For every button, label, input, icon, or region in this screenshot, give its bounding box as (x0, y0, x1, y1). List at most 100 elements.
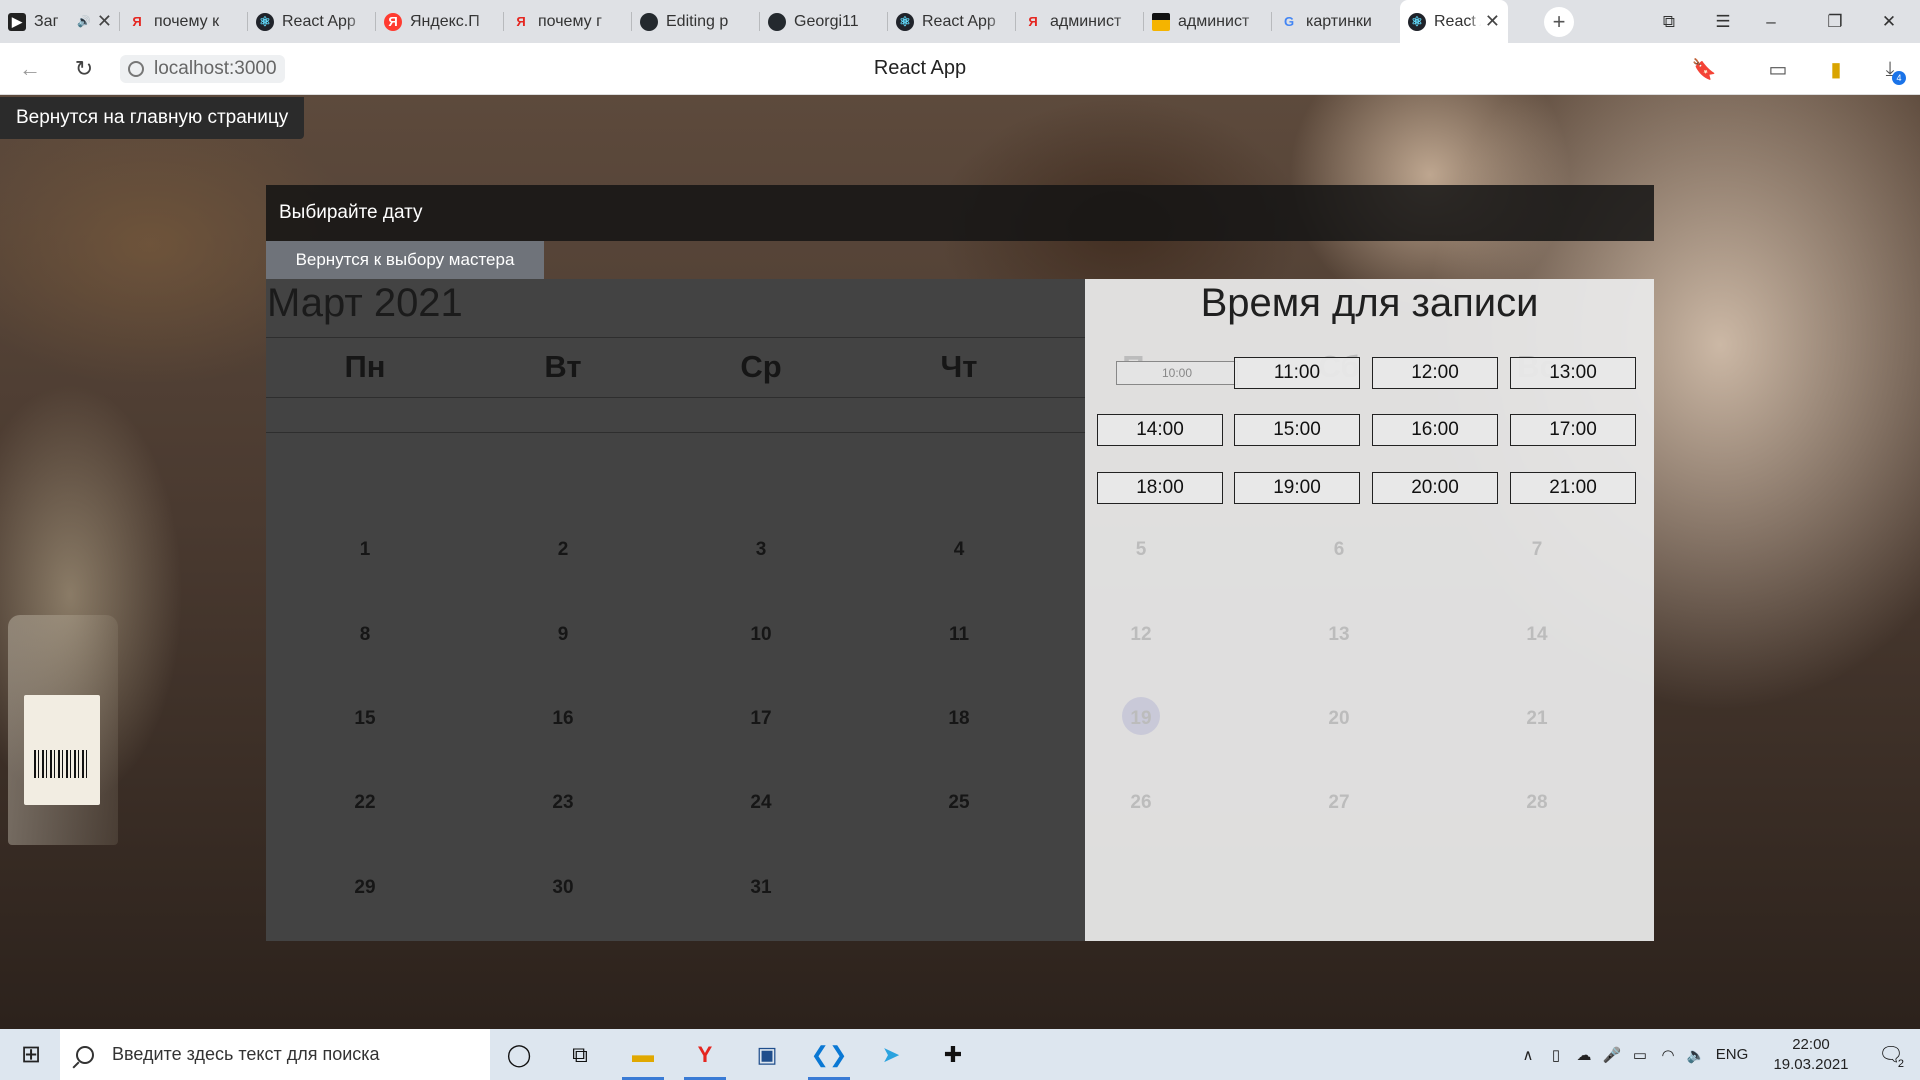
minimize-icon[interactable]: – (1748, 0, 1794, 43)
divider (266, 337, 1086, 338)
bookmark-icon[interactable]: 🔖 (1690, 55, 1718, 83)
calendar-day[interactable]: 17 (662, 708, 860, 730)
calendar-day[interactable]: 25 (860, 792, 1058, 814)
device-icon[interactable]: ▯ (1542, 1046, 1570, 1064)
time-slot-button[interactable]: 17:00 (1510, 414, 1636, 446)
cortana-icon[interactable]: ◯ (494, 1029, 544, 1080)
restore-icon[interactable]: ❐ (1812, 0, 1858, 43)
back-to-master-button[interactable]: Вернутся к выбору мастера (266, 241, 544, 279)
download-icon[interactable]: ⤓ 4 (1876, 55, 1906, 85)
browser-tab[interactable]: Editing p (632, 0, 760, 43)
home-button[interactable]: Вернутся на главную страницу (0, 97, 305, 139)
calendar-day-faded: 19 (1130, 708, 1152, 729)
volume-icon[interactable]: 🔈 (1682, 1046, 1710, 1064)
calendar-day[interactable]: 8 (266, 624, 464, 646)
calendar-day[interactable]: 29 (266, 877, 464, 899)
battery-icon[interactable]: ▭ (1626, 1046, 1654, 1064)
time-slot-button[interactable]: 13:00 (1510, 357, 1636, 389)
search-icon (76, 1045, 94, 1064)
telegram-icon[interactable]: ➤ (866, 1029, 916, 1080)
notification-icon[interactable]: 🗨 2 (1866, 1029, 1916, 1080)
calendar-day[interactable]: 3 (662, 539, 860, 561)
calendar-day[interactable]: 30 (464, 877, 662, 899)
taskbar-clock[interactable]: 22:00 19.03.2021 (1770, 1035, 1852, 1075)
browser-tab[interactable]: ⚛ React App (888, 0, 1016, 43)
system-tray: ∧ ▯ ☁ 🎤 ▭ ◠ 🔈 ENG (1514, 1029, 1754, 1080)
wifi-icon[interactable]: ◠ (1654, 1046, 1682, 1064)
time-slot-button[interactable]: 20:00 (1372, 472, 1498, 504)
chevron-up-icon[interactable]: ∧ (1514, 1046, 1542, 1064)
divider (266, 432, 1086, 433)
tab-label: почему г (538, 12, 602, 30)
calendar-day[interactable]: 15 (266, 708, 464, 730)
browser-tab[interactable]: админист (1144, 0, 1272, 43)
browser-tab[interactable]: Georgi11 (760, 0, 888, 43)
browser-tab[interactable]: ⚛ React App (248, 0, 376, 43)
calendar-day[interactable]: 16 (464, 708, 662, 730)
tab-label: Яндекс.П (410, 12, 480, 30)
app-icon[interactable]: ✚ (928, 1029, 978, 1080)
windows-start-icon[interactable]: ⊞ (6, 1029, 56, 1080)
cloud-icon[interactable]: ☁ (1570, 1046, 1598, 1064)
browser-tab[interactable]: Я почему к (120, 0, 248, 43)
calendar-day[interactable]: 1 (266, 539, 464, 561)
react-icon: ⚛ (256, 12, 274, 31)
calendar-day[interactable]: 18 (860, 708, 1058, 730)
weekday-header: Вт (544, 349, 582, 384)
microphone-icon[interactable]: 🎤 (1598, 1046, 1626, 1064)
time-slot-button[interactable]: 18:00 (1097, 472, 1223, 504)
calendar-day[interactable]: 11 (860, 624, 1058, 646)
vscode-icon[interactable]: ❮❯ (804, 1029, 854, 1080)
calendar-day[interactable]: 10 (662, 624, 860, 646)
time-slot-button[interactable]: 16:00 (1372, 414, 1498, 446)
google-icon: G (1283, 14, 1295, 29)
close-window-icon[interactable]: ✕ (1866, 0, 1912, 43)
calendar-day-faded: 6 (1333, 539, 1345, 560)
close-icon[interactable]: ✕ (1485, 11, 1500, 32)
time-slot-button[interactable]: 19:00 (1234, 472, 1360, 504)
browser-tab[interactable]: Я почему г (504, 0, 632, 43)
tab-label: Georgi11 (794, 12, 859, 30)
calendar-day[interactable]: 2 (464, 539, 662, 561)
folder-icon[interactable]: ▮ (1822, 55, 1850, 83)
page-content: Вернутся на главную страницу Выбирайте д… (0, 95, 1920, 1029)
task-view-icon[interactable]: ⧉ (555, 1029, 605, 1080)
yandex-browser-icon[interactable]: Y (680, 1029, 730, 1080)
speaker-icon[interactable]: 🔊 (77, 15, 91, 28)
weekday-header: Пн (344, 349, 386, 384)
browser-tab[interactable]: G картинки (1272, 0, 1400, 43)
calendar-day-faded: 13 (1328, 624, 1350, 645)
time-slot-button[interactable]: 21:00 (1510, 472, 1636, 504)
calendar-day[interactable]: 24 (662, 792, 860, 814)
calendar-day-faded: 12 (1130, 624, 1152, 645)
terminal-app-icon[interactable]: ▣ (742, 1029, 792, 1080)
tab-label: React App (922, 12, 996, 30)
time-slot-button[interactable]: 15:00 (1234, 414, 1360, 446)
time-slot-button[interactable]: 12:00 (1372, 357, 1498, 389)
notification-count: 2 (1897, 1058, 1904, 1070)
browser-tab[interactable]: Я Яндекс.П (376, 0, 504, 43)
collections-icon[interactable]: ▭ (1764, 55, 1792, 83)
file-explorer-icon[interactable]: ▬ (618, 1029, 668, 1080)
taskbar-search-placeholder: Введите здесь текст для поиска (112, 1044, 380, 1064)
calendar-day[interactable]: 22 (266, 792, 464, 814)
browser-tab-active[interactable]: ⚛ React A ✕ (1400, 0, 1508, 43)
calendar-day[interactable]: 4 (860, 539, 1058, 561)
barcode-icon (34, 750, 90, 778)
close-icon[interactable]: ✕ (97, 11, 112, 32)
tab-list-icon[interactable]: ⧉ (1646, 0, 1692, 43)
clock-date: 19.03.2021 (1773, 1056, 1849, 1073)
new-tab-button[interactable]: + (1544, 6, 1574, 37)
calendar-day[interactable]: 23 (464, 792, 662, 814)
browser-tab[interactable]: ▶ Заг 🔊 ✕ (0, 0, 120, 43)
calendar-day[interactable]: 9 (464, 624, 662, 646)
time-slot-button[interactable]: 14:00 (1097, 414, 1223, 446)
language-indicator[interactable]: ENG (1710, 1046, 1754, 1063)
time-slot-button[interactable]: 11:00 (1234, 357, 1360, 389)
tab-label: картинки (1306, 12, 1372, 30)
downloads-badge: 4 (1892, 71, 1906, 85)
menu-icon[interactable]: ☰ (1700, 0, 1746, 43)
calendar-day[interactable]: 31 (662, 877, 860, 899)
browser-tab[interactable]: Я админист (1016, 0, 1144, 43)
taskbar-search-input[interactable]: Введите здесь текст для поиска (60, 1029, 490, 1080)
